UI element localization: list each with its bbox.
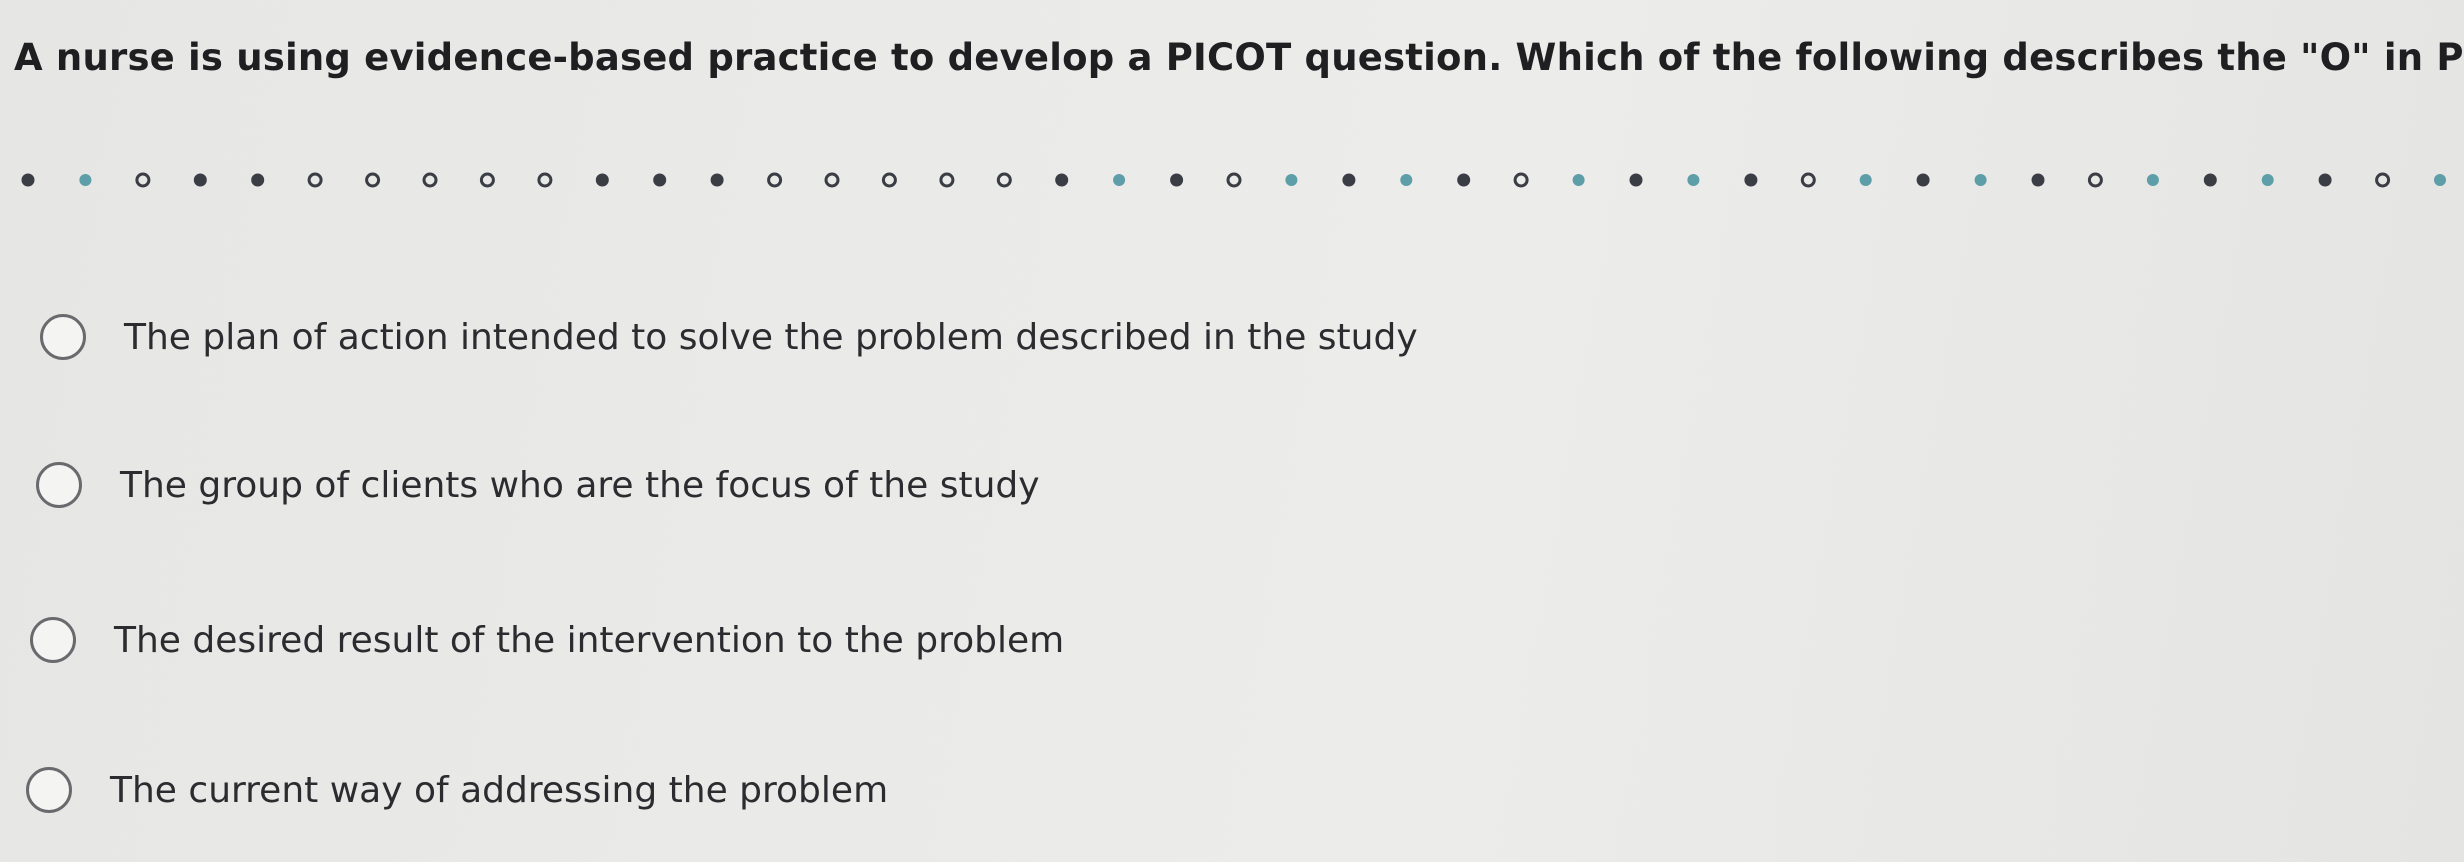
option-label-4: The current way of addressing the proble… [110, 769, 889, 811]
progress-dot-6[interactable] [307, 172, 323, 188]
progress-dot-42[interactable] [2375, 172, 2391, 188]
answer-option-4[interactable]: The current way of addressing the proble… [26, 767, 888, 813]
progress-dot-15[interactable] [824, 172, 840, 188]
progress-dot-25[interactable] [1400, 174, 1413, 186]
progress-dot-1[interactable] [21, 173, 35, 187]
radio-button-option-3[interactable] [30, 617, 76, 663]
progress-dot-34[interactable] [1916, 173, 1930, 187]
progress-dot-5[interactable] [251, 173, 265, 187]
progress-dot-31[interactable] [1744, 173, 1758, 187]
progress-dot-4[interactable] [193, 173, 207, 187]
progress-dot-33[interactable] [1859, 174, 1872, 186]
progress-dot-13[interactable] [710, 173, 724, 187]
progress-dot-37[interactable] [2087, 172, 2103, 188]
answer-option-3[interactable]: The desired result of the intervention t… [30, 617, 1064, 663]
progress-dot-20[interactable] [1113, 174, 1126, 186]
progress-dot-30[interactable] [1687, 174, 1700, 186]
progress-dot-40[interactable] [2261, 174, 2274, 186]
question-text: A nurse is using evidence-based practice… [14, 36, 2464, 79]
radio-button-option-2[interactable] [36, 462, 82, 508]
progress-dot-29[interactable] [1629, 173, 1643, 187]
progress-dot-43[interactable] [2434, 174, 2446, 186]
progress-dot-41[interactable] [2318, 173, 2332, 187]
option-label-2: The group of clients who are the focus o… [120, 464, 1040, 506]
question-progress-dots [21, 172, 2446, 188]
progress-dot-18[interactable] [996, 172, 1012, 188]
progress-dot-14[interactable] [767, 172, 783, 188]
option-label-3: The desired result of the intervention t… [114, 619, 1065, 661]
progress-dot-11[interactable] [595, 173, 609, 187]
progress-dot-9[interactable] [479, 172, 495, 188]
progress-dot-10[interactable] [537, 172, 553, 188]
answer-option-2[interactable]: The group of clients who are the focus o… [36, 462, 1040, 508]
radio-button-option-1[interactable] [40, 314, 86, 360]
progress-dot-17[interactable] [939, 172, 955, 188]
progress-dot-32[interactable] [1800, 172, 1816, 188]
progress-dot-22[interactable] [1226, 172, 1242, 188]
radio-button-option-4[interactable] [26, 767, 72, 813]
progress-dot-2[interactable] [79, 174, 92, 186]
progress-dot-36[interactable] [2031, 173, 2045, 187]
answer-option-1[interactable]: The plan of action intended to solve the… [40, 314, 1418, 360]
progress-dot-3[interactable] [135, 172, 151, 188]
progress-dot-19[interactable] [1055, 173, 1069, 187]
option-label-1: The plan of action intended to solve the… [124, 316, 1418, 358]
progress-dot-39[interactable] [2203, 173, 2217, 187]
progress-dot-16[interactable] [881, 172, 897, 188]
progress-dot-12[interactable] [653, 173, 667, 187]
progress-dot-21[interactable] [1170, 173, 1184, 187]
progress-dot-8[interactable] [422, 172, 438, 188]
progress-dot-24[interactable] [1342, 173, 1356, 187]
progress-dot-26[interactable] [1457, 173, 1471, 187]
progress-dot-28[interactable] [1572, 174, 1585, 186]
progress-dot-35[interactable] [1974, 174, 1987, 186]
progress-dot-27[interactable] [1513, 172, 1529, 188]
progress-dot-23[interactable] [1285, 174, 1298, 186]
progress-dot-7[interactable] [365, 172, 381, 188]
progress-dot-38[interactable] [2146, 174, 2159, 186]
